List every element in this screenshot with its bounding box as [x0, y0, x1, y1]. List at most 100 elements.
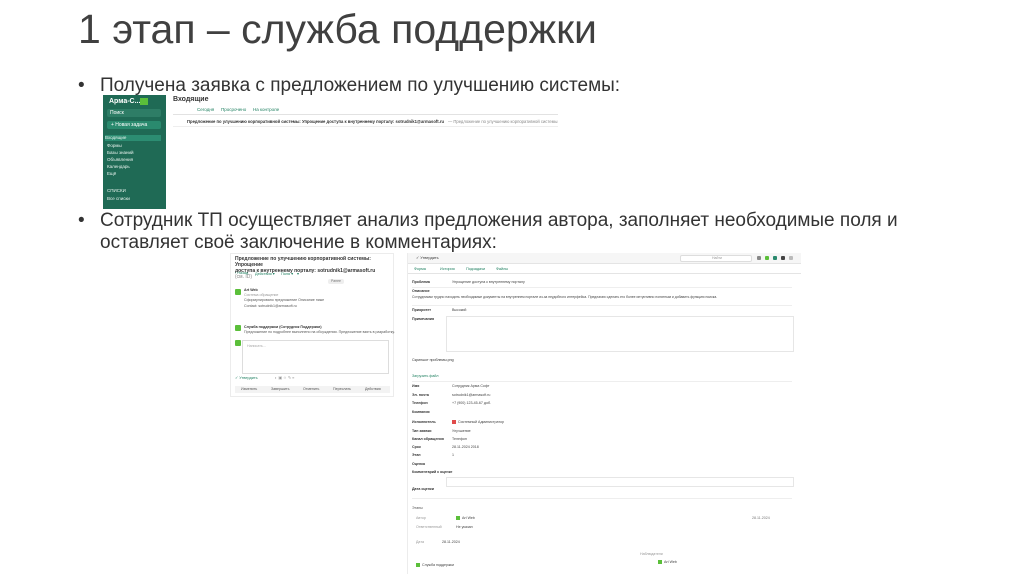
comment-text: Contact: sotrudnik1@armasoft.ru — [244, 304, 297, 308]
more-menu[interactable]: ▾ — [297, 271, 299, 276]
tab-control[interactable]: На контроле — [253, 107, 279, 112]
field-value: Упрощение доступа к внутреннему порталу — [452, 280, 525, 284]
field-value: Высокий — [452, 308, 467, 312]
field-value: Сотрудникам трудно находить необходимые … — [412, 295, 718, 299]
fields-menu[interactable]: Поля ▾ — [281, 271, 293, 276]
attachment-name: Скриншот проблемы.png — [412, 358, 454, 362]
search-input[interactable]: Найти — [680, 255, 752, 262]
field-label: Наблюдатели — [640, 552, 663, 556]
field-value: Art Web — [664, 560, 677, 564]
tab-files[interactable]: Файлы — [496, 267, 508, 271]
app-name: Арма-С... — [109, 98, 141, 105]
field-value: 28.11.2024 — [442, 540, 460, 544]
tab-subtasks[interactable]: Подзадачи — [466, 267, 485, 271]
field-label: Автор — [416, 516, 426, 520]
field-label: Проблема — [412, 280, 430, 284]
approve-button[interactable]: ✓ Утвердить — [416, 255, 439, 260]
divider — [412, 305, 792, 306]
divider — [412, 498, 792, 499]
field-label: Дата оценки — [412, 487, 434, 491]
field-label: Срок — [412, 445, 421, 449]
format-icons[interactable]: ◐ ▣ ☺ ✎ ≡ — [275, 375, 294, 380]
field-value: Системный Администратор — [458, 420, 504, 424]
inbox-screenshot: Арма-С... Поиск + Новая задача Входящие … — [103, 95, 563, 210]
back-link[interactable]: ‹ Назад — [235, 271, 248, 275]
watcher-avatar — [658, 560, 662, 565]
field-label: Примечания — [412, 317, 435, 321]
comment-text: Сформулировано предложение Описание ниже — [244, 298, 325, 302]
field-value: Сотрудник Арма Софт — [452, 384, 490, 388]
task-snippet: — Предложение по улучшению корпоративной… — [448, 119, 558, 124]
tab-today[interactable]: Сегодня — [197, 107, 214, 112]
section-stages: Этапы — [412, 506, 792, 510]
sidebar-item-inbox[interactable]: Входящие — [105, 135, 161, 141]
approve-button[interactable]: ✓ Утвердить — [235, 375, 258, 380]
avatar — [235, 340, 241, 346]
earlier-button[interactable]: Ранее — [328, 279, 344, 284]
rating-comment-box[interactable] — [446, 477, 794, 487]
mail-icon[interactable] — [757, 256, 761, 260]
tab-form[interactable]: Форма — [414, 267, 426, 271]
search-placeholder: Найти — [712, 256, 722, 260]
list-item[interactable]: Предложение по улучшению корпоративной с… — [173, 117, 558, 127]
comment-author: Служба поддержки (Сотрудник Поддержки) — [244, 325, 322, 329]
field-value: Art Web — [462, 516, 475, 520]
field-value: Улучшение — [452, 429, 471, 433]
actions-menu[interactable]: Действия ▾ — [255, 271, 275, 276]
task-comments-panel: Предложение по улучшению корпоративной с… — [230, 253, 395, 397]
slide-title: 1 этап – служба поддержки — [78, 6, 597, 52]
theme-icon[interactable] — [781, 256, 785, 260]
field-label: Оценка — [412, 462, 425, 466]
sidebar-item-announcements[interactable]: Объявления — [107, 157, 133, 162]
edit-button[interactable]: Изменить — [241, 387, 257, 391]
field-value: +7 (900) 123-45-67 доб. — [452, 401, 492, 405]
sidebar-item-knowledge[interactable]: Базы знаний — [107, 150, 134, 155]
forward-button[interactable]: Переслать — [333, 387, 351, 391]
avatar — [235, 289, 241, 295]
new-task-button[interactable]: + Новая задача — [107, 121, 161, 129]
tab-history[interactable]: История — [440, 267, 455, 271]
author-avatar — [456, 516, 460, 521]
author-date: 28.11.2024 — [752, 516, 770, 520]
notes-box[interactable] — [446, 316, 794, 352]
field-label: Имя — [412, 384, 420, 388]
sidebar-item-calendar[interactable]: Календарь — [107, 164, 130, 169]
upload-label: Загрузить файл — [412, 374, 439, 378]
search-input[interactable]: Поиск — [107, 109, 161, 117]
avatar[interactable] — [789, 256, 793, 260]
comment-meta: Система обращение — [244, 293, 279, 297]
notification-icon[interactable] — [765, 256, 769, 260]
comment-input[interactable]: Написать... — [242, 340, 389, 374]
sidebar: Арма-С... Поиск + Новая задача Входящие … — [103, 95, 166, 209]
sidebar-item-all-lists[interactable]: Все списки — [107, 196, 130, 201]
complete-button[interactable]: Завершить — [271, 387, 289, 391]
divider — [412, 381, 792, 382]
bullet-text-continued: оставляет своё заключение в комментариях… — [100, 232, 497, 253]
task-action-bar: Изменить Завершить Отменить Переслать Де… — [235, 386, 390, 393]
lists-header: СПИСКИ — [107, 188, 126, 193]
tab-overdue[interactable]: Просрочено — [221, 107, 246, 112]
comment-author: Art Web — [244, 288, 258, 292]
task-title-line1: Предложение по улучшению корпоративной с… — [235, 256, 371, 268]
section-label: Этапы — [412, 506, 423, 510]
field-label: Исполнитель — [412, 420, 436, 424]
task-toolbar: ‹ Назад Действия ▾ Поля ▾ ▾ — [235, 271, 385, 276]
inbox-heading: Входящие — [173, 96, 209, 103]
task-form-panel: ✓ Утвердить Найти Форма История Подзадач… — [407, 253, 801, 574]
bullet-text: Сотрудник ТП осуществляет анализ предлож… — [100, 210, 898, 231]
field-value: Телефон — [452, 437, 467, 441]
field-value: Служба поддержки — [422, 563, 454, 567]
task-subject: Предложение по улучшению корпоративной с… — [187, 119, 445, 124]
sidebar-item-more[interactable]: Ещё — [107, 171, 116, 176]
sidebar-item-forms[interactable]: Формы — [107, 143, 122, 148]
field-value: 1 — [452, 453, 454, 457]
cancel-button[interactable]: Отменить — [303, 387, 319, 391]
settings-icon[interactable] — [773, 256, 777, 260]
field-label: Ответственный — [416, 525, 442, 529]
bullet-marker: • — [78, 75, 85, 96]
field-label: Описание — [412, 289, 430, 293]
field-value: sotrudnik1@armasoft.ru — [452, 393, 491, 397]
field-label: Телефон — [412, 401, 428, 405]
more-actions-button[interactable]: Действия — [365, 387, 381, 391]
field-value: 28.11.2024 2018 — [452, 445, 479, 449]
